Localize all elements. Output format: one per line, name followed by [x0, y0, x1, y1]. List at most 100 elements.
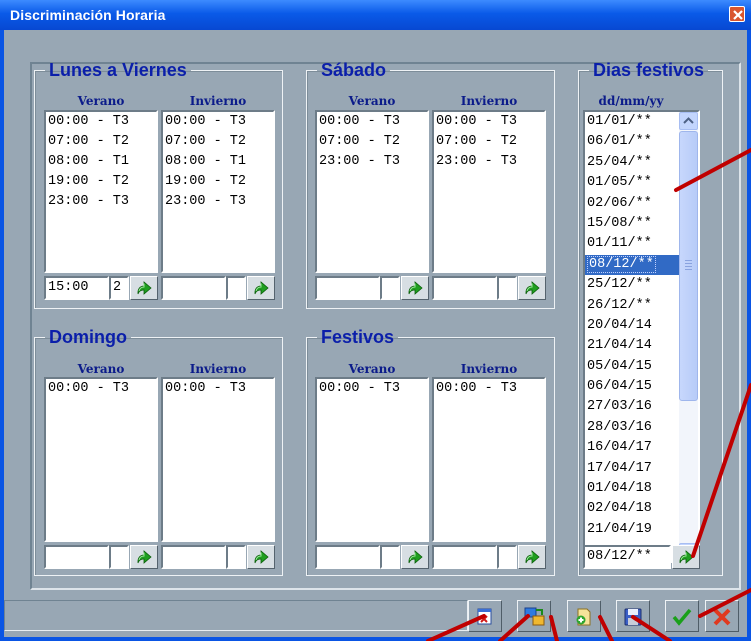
list-item[interactable]: 15/08/**: [585, 214, 679, 234]
add-period-button[interactable]: [401, 276, 429, 300]
time-input[interactable]: [44, 545, 109, 569]
holidays-summer-list[interactable]: 00:00 - T3: [315, 377, 429, 542]
add-period-button[interactable]: [247, 276, 275, 300]
list-item[interactable]: 01/01/**: [585, 112, 679, 132]
sunday-winter-list[interactable]: 00:00 - T3: [161, 377, 275, 542]
list-item[interactable]: 17/04/17: [585, 459, 679, 479]
scroll-up-button[interactable]: [679, 112, 698, 130]
tariff-input[interactable]: [497, 276, 517, 300]
add-date-button[interactable]: [672, 545, 700, 569]
holidays-winter-list[interactable]: 00:00 - T3: [432, 377, 546, 542]
list-item[interactable]: 00:00 - T3: [163, 379, 273, 399]
list-item[interactable]: 06/04/15: [585, 377, 679, 397]
list-item[interactable]: 07:00 - T2: [163, 132, 273, 152]
save-button[interactable]: [616, 600, 650, 632]
list-item[interactable]: 00:00 - T3: [317, 112, 427, 132]
list-item[interactable]: 25/04/**: [585, 153, 679, 173]
list-item[interactable]: 23:00 - T3: [46, 192, 156, 212]
time-input[interactable]: [161, 276, 226, 300]
list-item[interactable]: 00:00 - T3: [317, 379, 427, 399]
tariff-input[interactable]: 2: [109, 276, 129, 300]
new-file-icon: [576, 608, 591, 626]
list-item[interactable]: 00:00 - T3: [434, 379, 544, 399]
add-period-button[interactable]: [518, 276, 546, 300]
sunday-winter-header: Invierno: [189, 362, 247, 376]
list-item[interactable]: 08:00 - T1: [46, 152, 156, 172]
close-window-button[interactable]: [729, 6, 745, 22]
weekdays-summer-header: Verano: [77, 94, 125, 108]
list-item[interactable]: 05/04/15: [585, 357, 679, 377]
ok-button[interactable]: [665, 600, 699, 632]
list-item[interactable]: 01/05/**: [585, 173, 679, 193]
time-input[interactable]: [161, 545, 226, 569]
date-input[interactable]: 08/12/**: [583, 545, 671, 569]
weekdays-winter-editor: [161, 276, 275, 302]
tariff-input[interactable]: [109, 545, 129, 569]
title-bar[interactable]: Discriminación Horaria: [0, 0, 751, 30]
list-item[interactable]: 00:00 - T3: [434, 112, 544, 132]
list-item[interactable]: 02/06/**: [585, 194, 679, 214]
add-period-button[interactable]: [130, 545, 158, 569]
green-arrow-icon: [408, 550, 423, 564]
list-item[interactable]: 23:00 - T3: [317, 152, 427, 172]
list-item[interactable]: 08:00 - T1: [163, 152, 273, 172]
saturday-winter-editor: [432, 276, 546, 302]
list-item[interactable]: 00:00 - T3: [46, 112, 156, 132]
cancel-button[interactable]: [705, 600, 739, 632]
cancel-x-icon: [713, 608, 731, 626]
tariff-input[interactable]: [497, 545, 517, 569]
list-item[interactable]: 00:00 - T3: [46, 379, 156, 399]
time-input[interactable]: [315, 545, 380, 569]
tariff-input[interactable]: [380, 545, 400, 569]
scroll-thumb[interactable]: [679, 131, 698, 401]
delete-button[interactable]: [468, 600, 502, 632]
time-input[interactable]: [432, 545, 497, 569]
list-item[interactable]: 27/03/16: [585, 397, 679, 417]
list-item[interactable]: 20/04/14: [585, 316, 679, 336]
saturday-winter-header: Invierno: [460, 94, 518, 108]
vertical-scrollbar[interactable]: [679, 112, 698, 561]
list-item[interactable]: 01/11/**: [585, 234, 679, 254]
list-item[interactable]: 21/04/14: [585, 336, 679, 356]
saturday-summer-list[interactable]: 00:00 - T3 07:00 - T2 23:00 - T3: [315, 110, 429, 273]
transfer-button[interactable]: [517, 600, 551, 632]
holiday-dates-list[interactable]: 01/01/** 06/01/** 25/04/** 01/05/** 02/0…: [583, 110, 700, 563]
tariff-input[interactable]: [226, 545, 246, 569]
list-item[interactable]: 07:00 - T2: [317, 132, 427, 152]
list-item[interactable]: 19:00 - T2: [46, 172, 156, 192]
sunday-summer-header: Verano: [77, 362, 125, 376]
list-item[interactable]: 19:00 - T2: [163, 172, 273, 192]
add-period-button[interactable]: [247, 545, 275, 569]
list-item[interactable]: 00:00 - T3: [163, 112, 273, 132]
list-item[interactable]: 02/04/18: [585, 499, 679, 519]
new-file-button[interactable]: [567, 600, 601, 632]
green-arrow-icon: [254, 550, 269, 564]
holidays-winter-editor: [432, 545, 546, 571]
weekdays-summer-list[interactable]: 00:00 - T3 07:00 - T2 08:00 - T1 19:00 -…: [44, 110, 158, 273]
list-item[interactable]: 01/04/18: [585, 479, 679, 499]
time-input[interactable]: [432, 276, 497, 300]
sunday-summer-list[interactable]: 00:00 - T3: [44, 377, 158, 542]
tariff-input[interactable]: [226, 276, 246, 300]
tariff-input[interactable]: [380, 276, 400, 300]
list-item[interactable]: 07:00 - T2: [434, 132, 544, 152]
saturday-winter-list[interactable]: 00:00 - T3 07:00 - T2 23:00 - T3: [432, 110, 546, 273]
list-item[interactable]: 25/12/**: [585, 275, 679, 295]
list-item[interactable]: 26/12/**: [585, 296, 679, 316]
add-period-button[interactable]: [518, 545, 546, 569]
add-period-button[interactable]: [130, 276, 158, 300]
weekdays-winter-list[interactable]: 00:00 - T3 07:00 - T2 08:00 - T1 19:00 -…: [161, 110, 275, 273]
list-item[interactable]: 23:00 - T3: [434, 152, 544, 172]
delete-icon: [477, 608, 492, 625]
list-item[interactable]: 06/01/**: [585, 132, 679, 152]
list-item[interactable]: 07:00 - T2: [46, 132, 156, 152]
time-input[interactable]: 15:00: [44, 276, 109, 300]
add-period-button[interactable]: [401, 545, 429, 569]
selected-list-item[interactable]: 08/12/**: [585, 254, 679, 276]
time-input[interactable]: [315, 276, 380, 300]
list-item[interactable]: 21/04/19: [585, 520, 679, 540]
list-item[interactable]: 16/04/17: [585, 438, 679, 458]
list-item[interactable]: 28/03/16: [585, 418, 679, 438]
list-item[interactable]: 23:00 - T3: [163, 192, 273, 212]
holidays-group-title: Festivos: [321, 327, 395, 347]
